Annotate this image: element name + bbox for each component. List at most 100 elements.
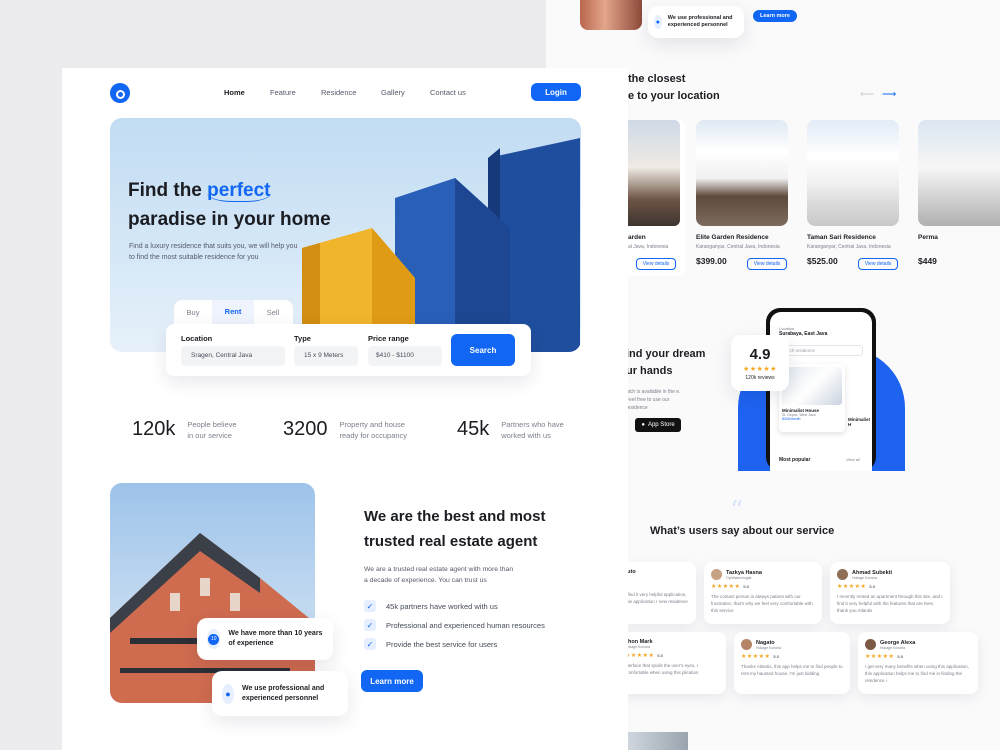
nav-feature[interactable]: Feature xyxy=(270,88,321,97)
logo-icon[interactable] xyxy=(110,83,130,103)
experience-badge: 10 We have more than 10 years of experie… xyxy=(197,618,333,660)
house-image xyxy=(918,120,1000,226)
phone-view-all[interactable]: View all xyxy=(846,457,860,462)
property-card[interactable]: Elite Garden Residence Karanganyar, Cent… xyxy=(696,120,792,276)
property-card[interactable]: Taman Sari Residence Karanganyar, Centra… xyxy=(807,120,903,276)
property-location: Karanganyar, Central Java, Indonesia xyxy=(696,244,780,250)
view-details-button[interactable]: View details xyxy=(858,258,898,270)
about-features: ✓ 45k partners have worked with us ✓ Profe… xyxy=(364,600,545,650)
testimonials-title: What’s users say about our service xyxy=(650,525,835,537)
star-icon: ★★★★★ xyxy=(625,653,655,659)
avatar xyxy=(837,569,848,580)
phone-search[interactable]: earch residence xyxy=(779,345,863,356)
hero-title-highlight: perfect xyxy=(207,180,271,202)
tab-buy[interactable]: Buy xyxy=(174,308,212,317)
property-name: Perma xyxy=(918,234,938,241)
stat-people: 120k People believe in our service xyxy=(132,418,237,440)
feature-item: ✓ Professional and experienced human reso… xyxy=(364,619,545,631)
star-icon: ★★★★★ xyxy=(837,584,867,590)
avatar xyxy=(711,569,722,580)
check-icon: ✓ xyxy=(364,638,376,650)
nav-home[interactable]: Home xyxy=(224,88,270,97)
property-name: Taman Sari Residence xyxy=(807,234,876,241)
phone-most-popular: Most popular xyxy=(779,457,811,463)
rating-value: 4.9 xyxy=(749,345,771,363)
star-icon: ★★★★★ xyxy=(743,365,777,373)
front-page: Home Feature Residence Gallery Contact u… xyxy=(62,68,628,750)
building-image-bottom xyxy=(628,732,688,750)
nav-gallery[interactable]: Gallery xyxy=(381,88,430,97)
prev-arrow-icon[interactable]: ⟵ xyxy=(860,90,876,100)
property-location: Karanganyar, Central Java, Indonesia xyxy=(807,244,891,250)
app-description: hich is available in the e. Feel free to… xyxy=(626,389,681,411)
type-label: Type xyxy=(294,334,311,343)
check-icon: ✓ xyxy=(364,600,376,612)
about-title: We are the best and most trusted real es… xyxy=(364,508,546,550)
price-label: Price range xyxy=(368,334,409,343)
property-card[interactable]: arden al Java, Indonesia View details xyxy=(628,120,686,276)
nav-bar: Home Feature Residence Gallery Contact u… xyxy=(224,88,490,97)
closest-title: the closest e to your location xyxy=(628,73,720,102)
avatar xyxy=(865,639,876,650)
phone-location: Surabaya, East Java xyxy=(779,331,828,337)
review-card: Tazkya Hasna Ophthalmologist ★★★★★ 5.0 The… xyxy=(704,562,822,624)
reviews-count: 120k reviews xyxy=(745,374,775,381)
star-icon: ★★★★★ xyxy=(711,584,741,590)
price-field[interactable]: $410 - $1100 xyxy=(368,346,442,366)
type-field[interactable]: 15 x 9 Meters xyxy=(294,346,358,366)
stat-partners: 45k Partners who have worked with us xyxy=(457,418,564,440)
house-image xyxy=(628,120,680,226)
personnel-badge-text: We use professional and experienced pers… xyxy=(241,684,325,702)
building-photo xyxy=(110,483,315,703)
rating-card: 4.9 ★★★★★ 120k reviews xyxy=(731,335,789,391)
review-card: George Alexa Hokage Konoha ★★★★★ 5.0 I get… xyxy=(858,632,978,694)
house-image xyxy=(696,120,788,226)
apple-icon: ● xyxy=(641,422,645,428)
check-icon: ✓ xyxy=(364,619,376,631)
award-icon: 10 xyxy=(207,629,221,649)
location-label: Location xyxy=(181,334,213,343)
star-icon: ★★★★★ xyxy=(865,654,895,660)
feature-item: ✓ Provide the best service for users xyxy=(364,638,545,650)
people-icon: ● xyxy=(222,683,234,704)
app-store-button[interactable]: ● App Store xyxy=(635,418,681,432)
tab-sell[interactable]: Sell xyxy=(254,308,292,317)
view-details-button[interactable]: View details xyxy=(747,258,787,270)
location-field[interactable]: Sragen, Central Java xyxy=(181,346,285,366)
star-icon: ★★★★★ xyxy=(741,654,771,660)
tab-rent[interactable]: Rent xyxy=(212,300,254,324)
search-tabs: Buy Rent Sell xyxy=(174,300,293,324)
about-description: We are a trusted real estate agent with … xyxy=(364,566,514,584)
hero-subtitle: Find a luxury residence that suits you, … xyxy=(129,243,298,261)
nav-residence[interactable]: Residence xyxy=(321,88,381,97)
property-name: arden xyxy=(628,234,646,241)
property-name: Elite Garden Residence xyxy=(696,234,769,241)
learn-more-button-top[interactable]: Learn more xyxy=(753,10,797,22)
personnel-badge-top: ● We use professional and experienced pe… xyxy=(648,6,744,38)
login-button[interactable]: Login xyxy=(531,83,581,101)
experience-badge-text: We have more than 10 years of experience xyxy=(228,630,323,647)
phone-property-card-2: Minimalist H xyxy=(848,417,871,427)
review-card: ruto I find it very helpful application,… xyxy=(618,562,696,624)
review-card: Nagato Hokage Konoha ★★★★★ 5.0 Thanks Atla… xyxy=(734,632,850,694)
personnel-badge: ● We use professional and experienced pe… xyxy=(212,671,348,716)
view-details-button[interactable]: View details xyxy=(636,258,676,270)
avatar xyxy=(741,639,752,650)
property-card[interactable]: Perma $449 xyxy=(918,120,1000,276)
review-card: Ahmad Subekti Hokage Konoha ★★★★★ 5.0 I re… xyxy=(830,562,950,624)
learn-more-button[interactable]: Learn more xyxy=(361,670,423,692)
app-title: ind your dream ur hands xyxy=(626,348,706,377)
property-location: al Java, Indonesia xyxy=(628,244,669,250)
property-price: $449 xyxy=(918,256,937,266)
next-arrow-icon[interactable]: ⟶ xyxy=(882,90,906,100)
search-button[interactable]: Search xyxy=(451,334,515,366)
building-image-top xyxy=(580,0,642,30)
stat-property: 3200 Property and house ready for occupan… xyxy=(283,418,408,440)
people-icon: ● xyxy=(654,15,662,29)
badge-text: We use professional and experienced pers… xyxy=(667,15,733,28)
review-card: Jhon Mark Hokage Konoha ★★★★★ 5.0 nterface… xyxy=(618,632,726,694)
house-image xyxy=(807,120,899,226)
search-panel: Location Sragen, Central Java Type 15 x … xyxy=(166,324,531,376)
nav-contact[interactable]: Contact us xyxy=(430,88,490,97)
hero-title: Find the perfect paradise in your home xyxy=(128,180,331,230)
